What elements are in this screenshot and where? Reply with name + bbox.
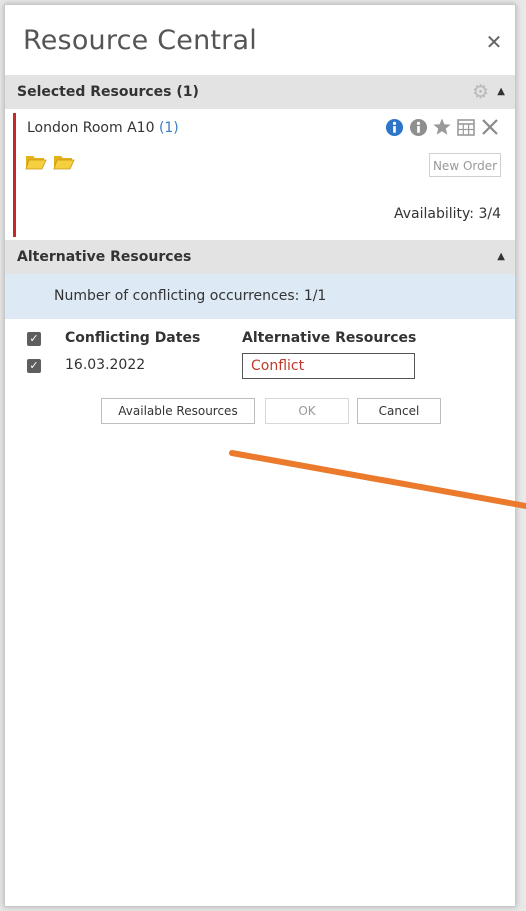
annotation-arrow [229,450,526,509]
